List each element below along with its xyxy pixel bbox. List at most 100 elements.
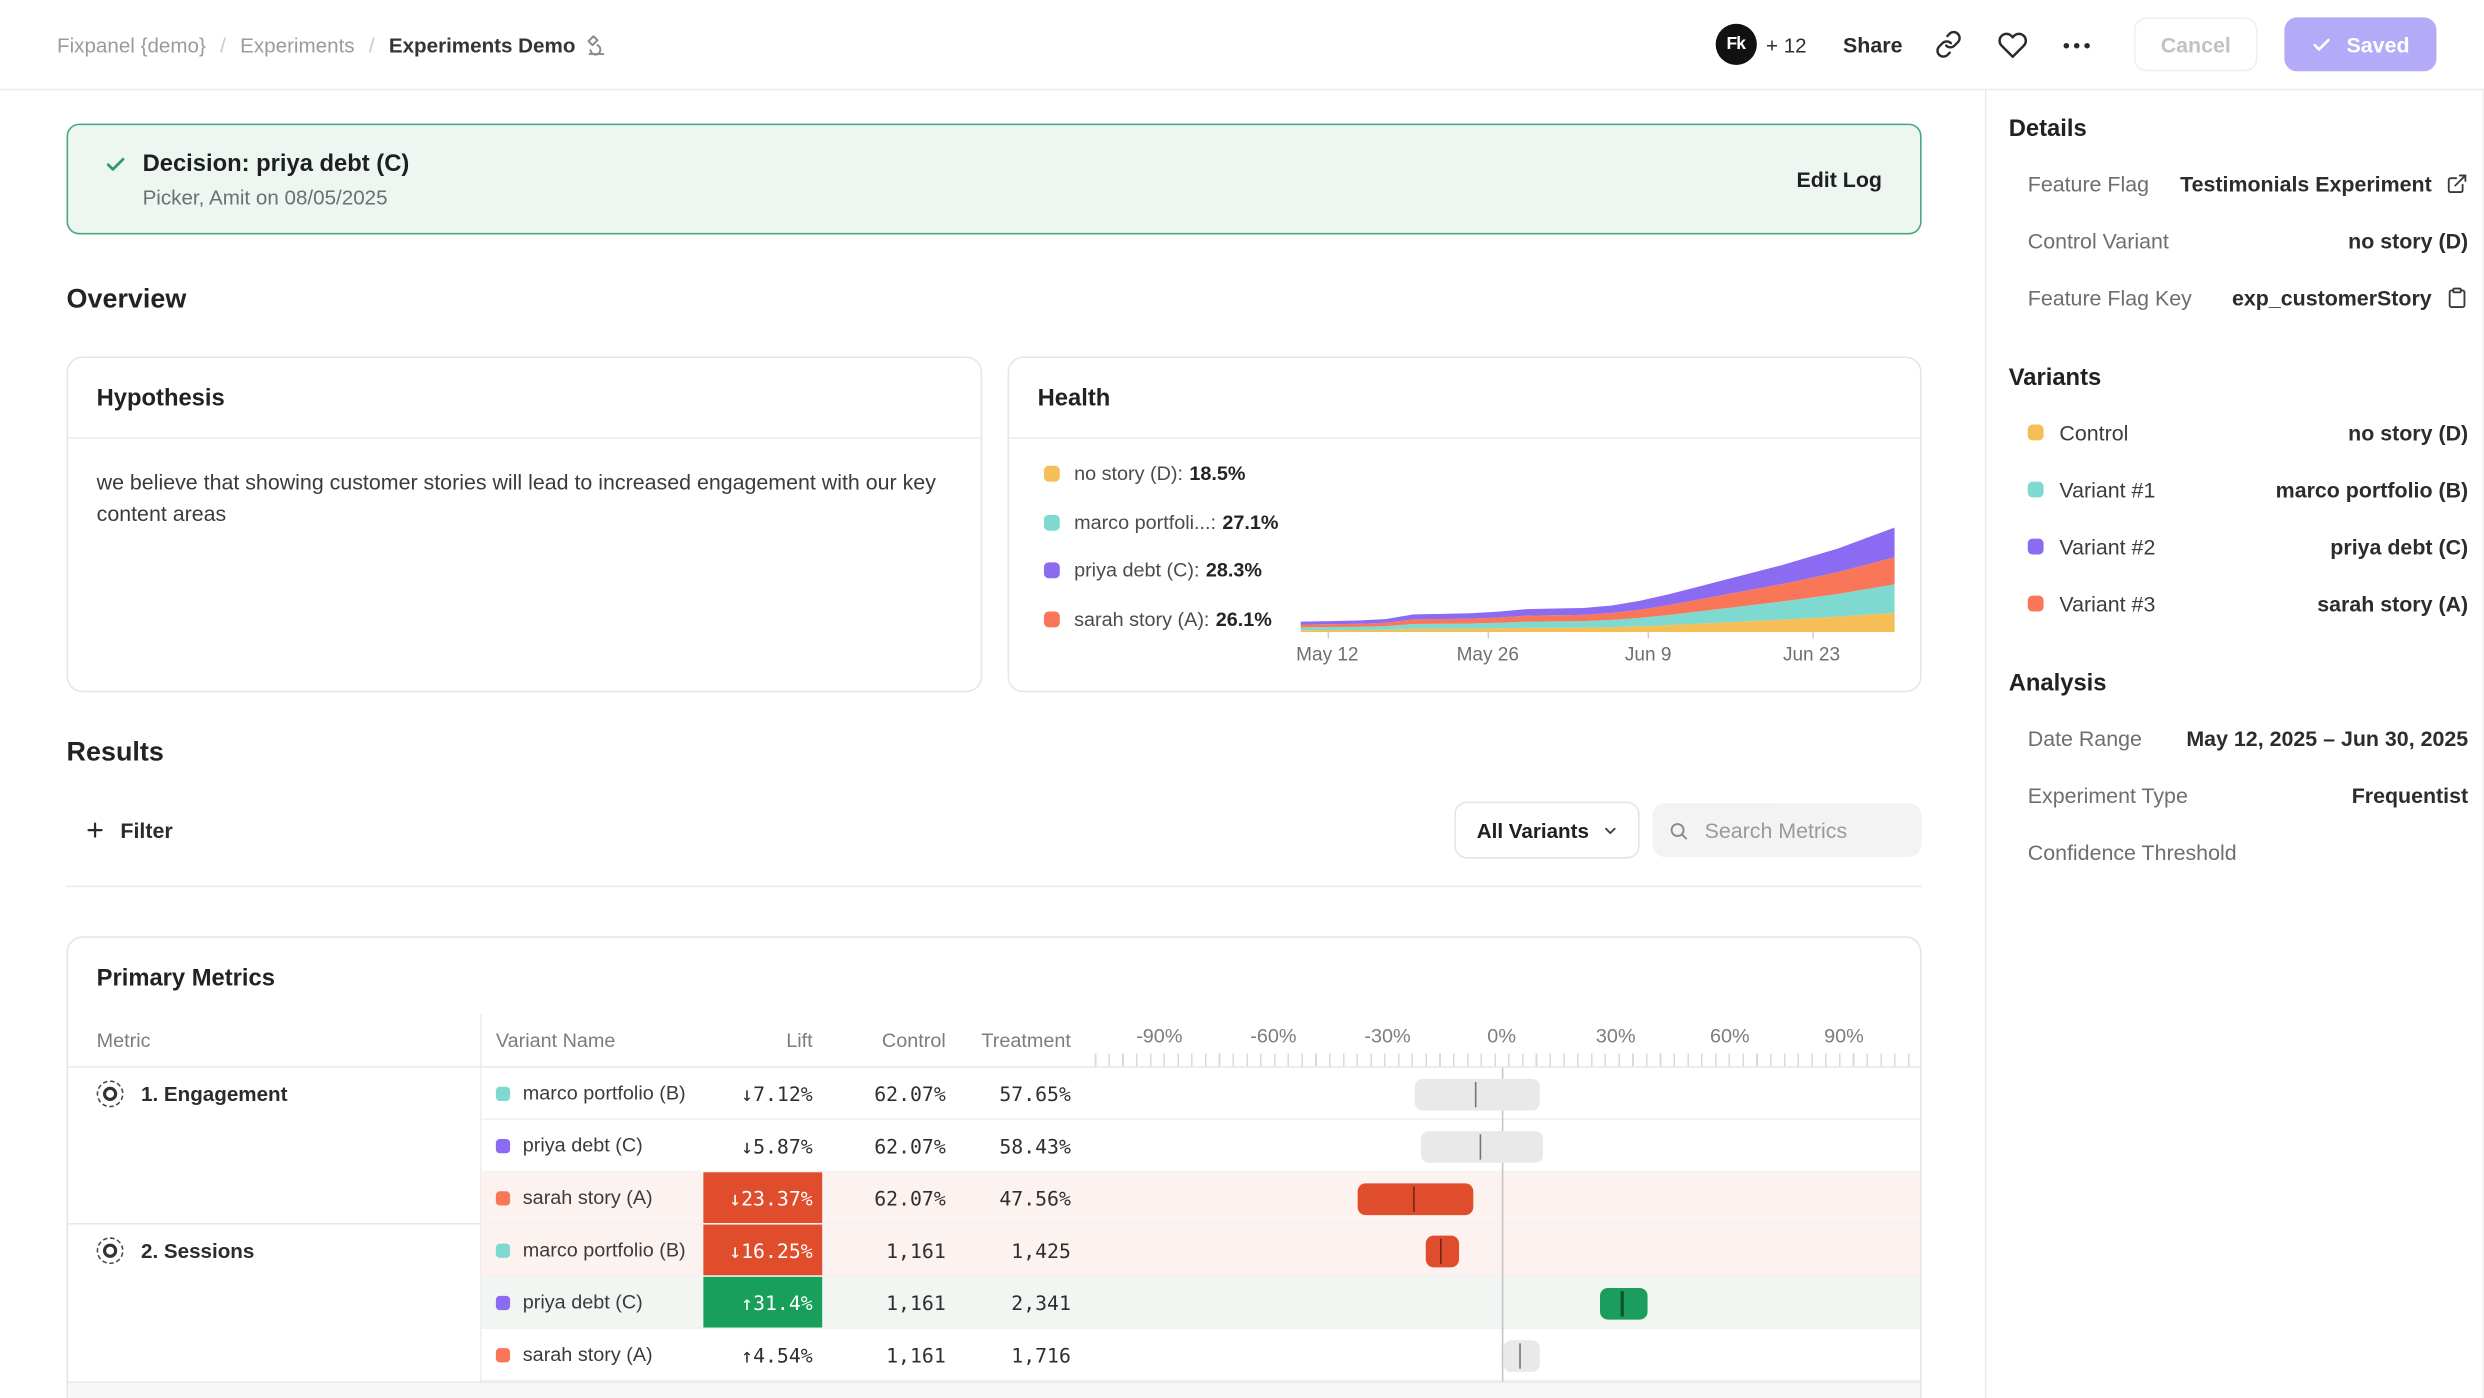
search-metrics-box[interactable] — [1652, 803, 1921, 857]
x-axis-label: May 26 — [1457, 643, 1519, 665]
axis-tick-label: -90% — [1136, 1025, 1182, 1047]
saved-button[interactable]: Saved — [2285, 17, 2437, 71]
decision-byline: Picker, Amit on 08/05/2025 — [143, 185, 410, 209]
variant-label: Variant #3 — [2059, 592, 2155, 616]
confidence-interval-cell — [1074, 1329, 1920, 1380]
control-value: 62.07% — [822, 1172, 949, 1223]
check-icon — [105, 154, 127, 176]
variant-name: sarah story (A) — [523, 1187, 653, 1209]
series-color-chip — [1044, 466, 1060, 482]
health-card: Health no story (D): 18.5% marco portfol… — [1008, 356, 1922, 692]
axis-tick-label: 0% — [1487, 1025, 1516, 1047]
legend-value: 28.3% — [1206, 559, 1262, 581]
axis-tick-label: 90% — [1824, 1025, 1864, 1047]
treatment-value: 2,341 — [949, 1277, 1074, 1328]
add-filter-button[interactable]: Filter — [67, 818, 173, 842]
treatment-value: 1,716 — [949, 1329, 1074, 1380]
collaborators-count[interactable]: + 12 — [1766, 32, 1807, 56]
legend-item: priya debt (C): 28.3% — [1044, 554, 1279, 586]
table-row[interactable]: 1. Engagement marco portfolio (B) ↓7.12%… — [68, 1068, 1920, 1120]
variant-color-chip — [2028, 482, 2044, 498]
check-icon — [2312, 34, 2333, 55]
avatar[interactable]: Fk — [1715, 24, 1756, 65]
health-legend: no story (D): 18.5% marco portfoli...: 2… — [1044, 458, 1279, 651]
legend-item: marco portfoli...: 27.1% — [1044, 506, 1279, 538]
cancel-button[interactable]: Cancel — [2134, 17, 2258, 71]
point-estimate-tick — [1440, 1238, 1442, 1263]
filter-label: Filter — [120, 818, 172, 842]
variant-value: marco portfolio (B) — [2276, 478, 2468, 502]
breadcrumb-separator: / — [369, 32, 375, 56]
primary-metrics-card: Primary Metrics Metric Variant Name Lift… — [67, 936, 1922, 1398]
decision-title: Decision: priya debt (C) — [143, 149, 410, 181]
series-color-chip — [1044, 514, 1060, 530]
share-button[interactable]: Share — [1843, 32, 1902, 56]
saved-button-label: Saved — [2347, 32, 2410, 56]
analysis-section: Analysis Date Range May 12, 2025 – Jun 3… — [2009, 670, 2468, 881]
column-header-treatment: Treatment — [949, 1014, 1074, 1066]
control-value: 1,161 — [822, 1225, 949, 1276]
add-metric-button[interactable]: Add — [68, 1381, 1920, 1398]
treatment-value: 47.56% — [949, 1172, 1074, 1223]
point-estimate-tick — [1475, 1081, 1477, 1106]
results-toolbar: Filter All Variants — [67, 802, 1922, 888]
copy-clipboard-icon[interactable] — [2446, 287, 2468, 309]
search-metrics-input[interactable] — [1701, 817, 1905, 844]
x-axis-tick — [1488, 632, 1490, 638]
variant-color-chip — [2028, 596, 2044, 612]
copy-link-icon[interactable] — [1929, 25, 1967, 63]
breadcrumb-experiments[interactable]: Experiments — [240, 32, 354, 56]
series-color-chip — [1044, 611, 1060, 627]
control-variant-value: no story (D) — [2348, 229, 2468, 253]
detail-row: Feature Flag Testimonials Experiment — [2009, 155, 2468, 212]
lift-value: ↓16.25% — [703, 1225, 822, 1276]
external-link-icon[interactable] — [2446, 173, 2468, 195]
favorite-heart-icon[interactable] — [1994, 25, 2032, 63]
variant-color-dot — [496, 1295, 510, 1309]
metric-cell — [68, 1172, 481, 1224]
table-row[interactable]: 2. Sessions marco portfolio (B) ↓16.25% … — [68, 1225, 1920, 1277]
details-section: Details Feature Flag Testimonials Experi… — [2009, 116, 2468, 327]
health-chart-x-axis: May 12May 26Jun 9Jun 23 — [1301, 632, 1895, 670]
table-row[interactable]: sarah story (A) ↓23.37% 62.07% 47.56% — [68, 1172, 1920, 1224]
top-bar-actions: Fk + 12 Share ••• Cancel Saved — [1715, 17, 2436, 71]
variants-filter-dropdown[interactable]: All Variants — [1455, 802, 1640, 859]
control-value: 1,161 — [822, 1329, 949, 1380]
lift-value: ↓7.12% — [703, 1068, 822, 1119]
column-header-variant: Variant Name — [482, 1014, 704, 1066]
x-axis-label: May 12 — [1296, 643, 1358, 665]
detail-label: Feature Flag Key — [2028, 286, 2192, 310]
health-stacked-area-chart — [1301, 528, 1895, 633]
legend-value: 27.1% — [1222, 511, 1278, 533]
table-row[interactable]: priya debt (C) ↑31.4% 1,161 2,341 — [68, 1277, 1920, 1329]
variant-label: Variant #1 — [2059, 478, 2155, 502]
feature-flag-key-value: exp_customerStory — [2232, 286, 2432, 310]
variants-section: Variants Control no story (D) Variant #1… — [2009, 364, 2468, 632]
table-row[interactable]: sarah story (A) ↑4.54% 1,161 1,716 — [68, 1329, 1920, 1381]
breadcrumb-project[interactable]: Fixpanel {demo} — [57, 32, 206, 56]
variant-name: marco portfolio (B) — [523, 1082, 686, 1104]
feature-flag-value[interactable]: Testimonials Experiment — [2180, 172, 2432, 196]
detail-row: Control Variant no story (D) — [2009, 212, 2468, 269]
edit-log-button[interactable]: Edit Log — [1796, 167, 1882, 191]
variant-color-chip — [2028, 425, 2044, 441]
confidence-axis-header: -90%-60%-30%0%30%60%90% — [1074, 1014, 1920, 1066]
analysis-label: Experiment Type — [2028, 783, 2188, 807]
lift-value: ↓23.37% — [703, 1172, 822, 1223]
metric-name: 2. Sessions — [141, 1239, 254, 1263]
point-estimate-tick — [1479, 1133, 1481, 1158]
lift-value: ↓5.87% — [703, 1120, 822, 1171]
confidence-interval-cell — [1074, 1277, 1920, 1328]
confidence-interval-bar — [1426, 1235, 1460, 1267]
axis-ruler — [1095, 1053, 1920, 1066]
breadcrumb-current[interactable]: Experiments Demo — [389, 32, 609, 56]
x-axis-tick — [1648, 632, 1650, 638]
variant-color-dot — [496, 1191, 510, 1205]
detail-label: Control Variant — [2028, 229, 2169, 253]
confidence-interval-bar — [1504, 1339, 1540, 1371]
variant-name: sarah story (A) — [523, 1343, 653, 1365]
more-options-icon[interactable]: ••• — [2059, 25, 2097, 63]
table-row[interactable]: priya debt (C) ↓5.87% 62.07% 58.43% — [68, 1120, 1920, 1172]
details-heading: Details — [2009, 116, 2468, 143]
confidence-interval-bar — [1422, 1130, 1544, 1162]
